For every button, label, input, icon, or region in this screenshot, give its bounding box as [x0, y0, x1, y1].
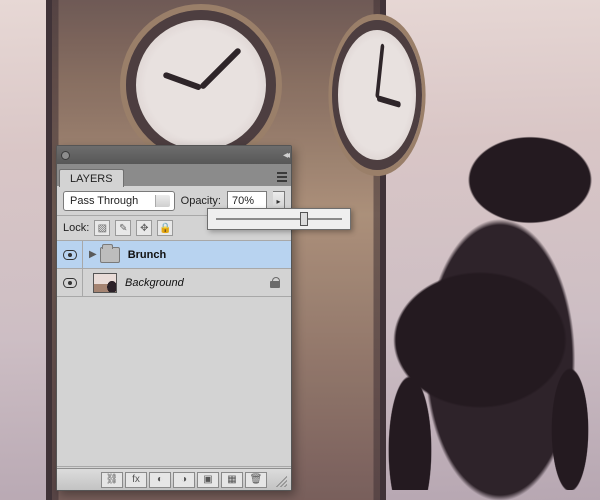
panel-tabs: LAYERS — [57, 164, 291, 186]
adjustment-icon[interactable]: ◑ — [173, 472, 195, 488]
group-disclosure-icon[interactable]: ▶ — [83, 249, 100, 260]
new-layer-icon[interactable]: ▦ — [221, 472, 243, 488]
panel-collapse-arrows-icon[interactable]: ◂◂ — [283, 150, 287, 161]
link-layers-icon[interactable]: ⛓ — [101, 472, 123, 488]
panel-titlebar[interactable]: ◂◂ — [57, 146, 291, 164]
layer-row-background[interactable]: Background — [57, 269, 291, 297]
lock-transparency-icon[interactable]: ▧ — [94, 220, 110, 236]
lock-position-icon[interactable]: ✥ — [136, 220, 152, 236]
opacity-slider-thumb[interactable] — [300, 212, 308, 226]
lock-pixels-icon[interactable]: ✎ — [115, 220, 131, 236]
layer-name[interactable]: Background — [125, 277, 269, 289]
horse-statue-shape — [360, 90, 600, 490]
collapse-dot-icon[interactable] — [61, 151, 70, 160]
lock-icon — [269, 277, 281, 289]
tab-layers[interactable]: LAYERS — [59, 169, 124, 187]
layers-empty-area[interactable] — [57, 297, 291, 467]
layer-row-group[interactable]: ▶ Brunch — [57, 241, 291, 269]
fx-icon[interactable]: fx — [125, 472, 147, 488]
opacity-slider-track[interactable] — [216, 218, 342, 220]
eye-icon — [63, 250, 77, 260]
layer-thumbnail[interactable] — [93, 273, 117, 293]
blend-mode-value: Pass Through — [70, 195, 138, 207]
layer-name[interactable]: Brunch — [128, 249, 291, 261]
select-chevrons-icon: ▴▾ — [163, 195, 167, 207]
visibility-toggle[interactable] — [57, 269, 83, 296]
new-group-icon[interactable]: ▣ — [197, 472, 219, 488]
opacity-value: 70% — [232, 195, 254, 207]
eye-icon — [63, 278, 77, 288]
lock-label: Lock: — [63, 222, 89, 234]
opacity-label: Opacity: — [181, 195, 221, 207]
opacity-slider-popout[interactable] — [207, 208, 351, 230]
clock-face — [126, 10, 276, 160]
layers-panel: ◂◂ LAYERS Pass Through ▴▾ Opacity: 70% ▸… — [56, 145, 292, 491]
folder-icon — [100, 247, 120, 263]
mask-icon[interactable]: ◐ — [149, 472, 171, 488]
trash-icon[interactable]: 🗑 — [245, 472, 267, 488]
layer-list: ▶ Brunch Background — [57, 241, 291, 467]
lock-all-icon[interactable]: 🔒 — [157, 220, 173, 236]
panel-menu-icon[interactable] — [273, 168, 291, 186]
panel-footer: ⛓ fx ◐ ◑ ▣ ▦ 🗑 — [57, 468, 291, 490]
visibility-toggle[interactable] — [57, 241, 83, 268]
blend-mode-select[interactable]: Pass Through ▴▾ — [63, 191, 175, 211]
resize-grip-icon[interactable] — [273, 473, 287, 487]
